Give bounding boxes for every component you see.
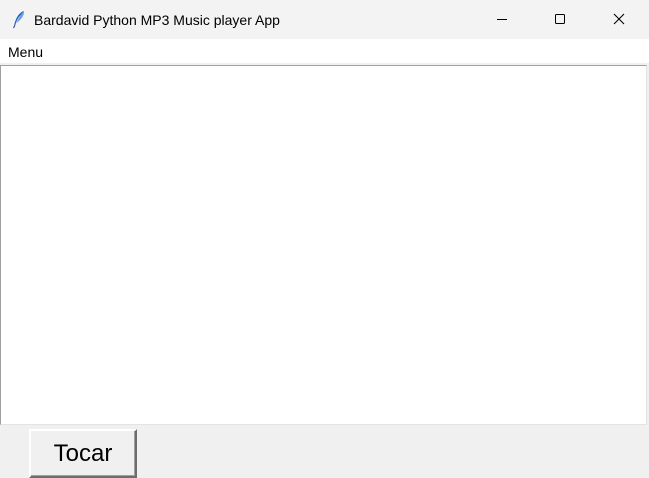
play-button[interactable]: Tocar <box>29 429 137 478</box>
title-bar[interactable]: Bardavid Python MP3 Music player App <box>0 0 649 39</box>
maximize-button[interactable] <box>532 0 590 39</box>
maximize-icon <box>555 14 565 24</box>
close-button[interactable] <box>591 0 649 39</box>
menu-bar: Menu <box>0 39 649 63</box>
window-title: Bardavid Python MP3 Music player App <box>34 12 280 28</box>
app-window: Bardavid Python MP3 Music player App Men… <box>0 0 649 478</box>
close-icon <box>613 13 625 25</box>
playlist-listbox[interactable] <box>0 65 647 425</box>
menu-item-menu[interactable]: Menu <box>8 44 43 60</box>
minimize-icon <box>497 19 507 20</box>
feather-icon <box>9 9 29 29</box>
minimize-button[interactable] <box>474 0 532 39</box>
